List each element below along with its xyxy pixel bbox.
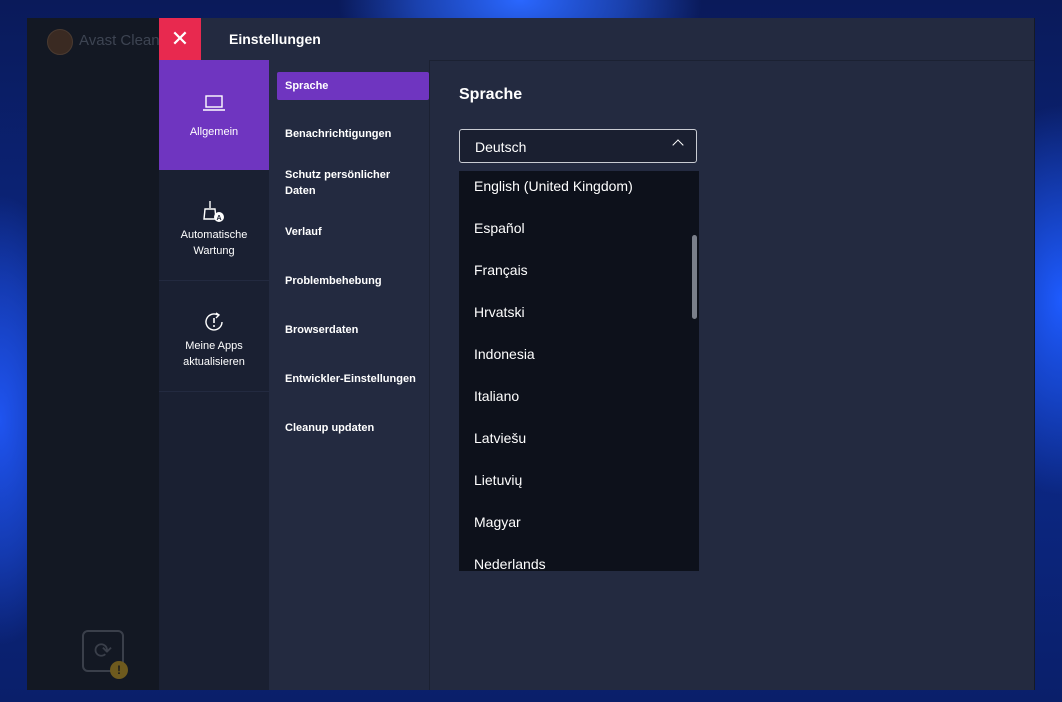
language-select-value: Deutsch (475, 139, 527, 155)
submenu-label: Cleanup updaten (285, 422, 375, 434)
back-sidebar (27, 18, 159, 690)
submenu-sprache[interactable]: Sprache (277, 72, 429, 100)
svg-text:A: A (216, 215, 221, 222)
category-sidebar: Allgemein A Automatische Wartung Meine A… (159, 60, 269, 690)
submenu-label: Entwickler-Einstellungen (285, 373, 416, 385)
back-app-title: Avast Clean (79, 32, 160, 49)
submenu-problembehebung[interactable]: Problembehebung (277, 273, 429, 289)
language-option[interactable]: Español (474, 220, 525, 236)
avast-logo-icon (47, 29, 73, 55)
dropdown-scrollbar[interactable] (692, 171, 698, 571)
language-option[interactable]: Hrvatski (474, 304, 525, 320)
section-title: Sprache (459, 86, 523, 103)
laptop-icon (159, 94, 269, 117)
close-button[interactable]: ✕ (159, 18, 201, 60)
category-meine-apps-aktualisieren[interactable]: Meine Apps aktualisieren (159, 282, 269, 392)
warning-badge-icon: ! (110, 661, 128, 679)
language-option[interactable]: English (United Kingdom) (474, 178, 633, 194)
settings-dialog: ✕ Einstellungen Allgemein A Automatische… (159, 18, 1034, 690)
category-label: Automatische Wartung (180, 229, 248, 257)
language-select[interactable]: Deutsch (459, 129, 697, 163)
broom-auto-icon: A (159, 199, 269, 228)
language-option[interactable]: Indonesia (474, 346, 535, 362)
category-label: Allgemein (189, 126, 239, 138)
submenu-verlauf[interactable]: Verlauf (277, 224, 429, 240)
language-option[interactable]: Nederlands (474, 556, 546, 571)
language-option[interactable]: Magyar (474, 514, 521, 530)
chevron-up-icon (672, 139, 684, 151)
settings-submenu: Sprache Benachrichtigungen Schutz persön… (269, 60, 430, 690)
scrollbar-thumb[interactable] (692, 235, 697, 319)
category-automatische-wartung[interactable]: A Automatische Wartung (159, 171, 269, 281)
submenu-label: Schutz persönlicher Daten (285, 169, 391, 197)
submenu-label: Problembehebung (285, 275, 382, 287)
category-label: Meine Apps aktualisieren (183, 340, 245, 368)
submenu-label: Sprache (285, 80, 329, 92)
submenu-cleanup-updaten[interactable]: Cleanup updaten (277, 420, 429, 436)
dialog-title: Einstellungen (229, 31, 321, 47)
dialog-header: ✕ Einstellungen (159, 18, 1034, 61)
submenu-label: Verlauf (285, 226, 322, 238)
submenu-entwickler-einstellungen[interactable]: Entwickler-Einstellungen (277, 371, 429, 387)
language-dropdown-list: English (United Kingdom) Español Françai… (459, 171, 699, 571)
language-option[interactable]: Français (474, 262, 528, 278)
submenu-schutz-persoenlicher-daten[interactable]: Schutz persönlicher Daten (277, 167, 407, 199)
submenu-label: Benachrichtigungen (285, 128, 392, 140)
submenu-benachrichtigungen[interactable]: Benachrichtigungen (277, 126, 429, 142)
submenu-label: Browserdaten (285, 324, 359, 336)
language-option[interactable]: Latviešu (474, 430, 526, 446)
submenu-browserdaten[interactable]: Browserdaten (277, 322, 429, 338)
category-allgemein[interactable]: Allgemein (159, 60, 269, 170)
language-option[interactable]: Italiano (474, 388, 519, 404)
update-alert-icon (159, 310, 269, 337)
language-option[interactable]: Lietuvių (474, 472, 522, 488)
